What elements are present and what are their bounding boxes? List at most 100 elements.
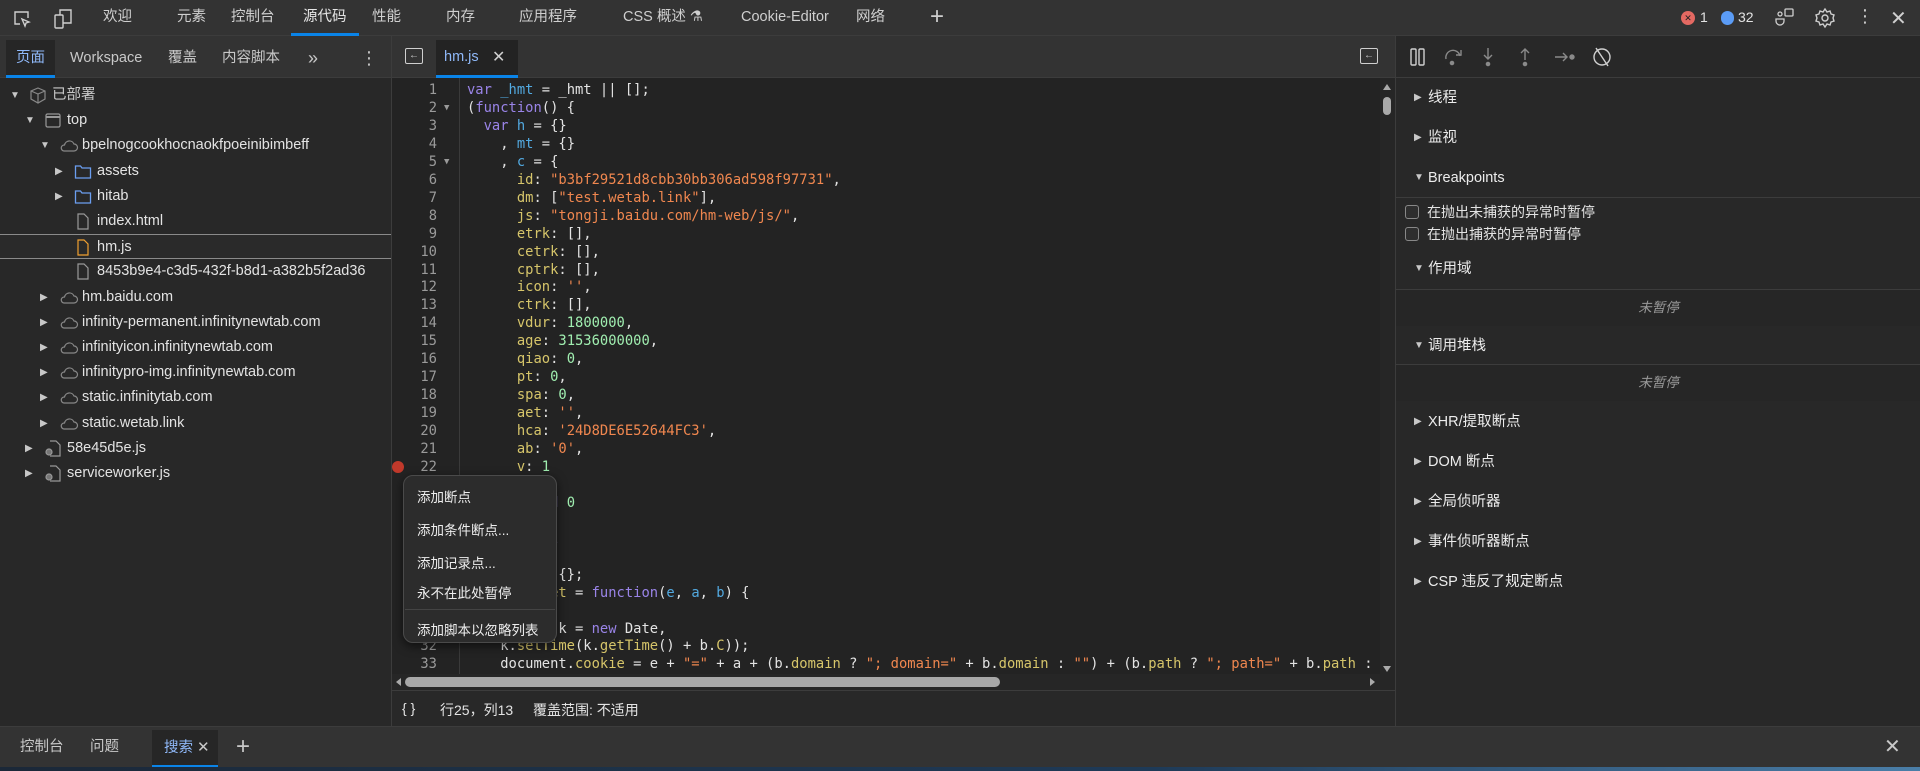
collapsed-triangle-icon[interactable]: ▶ [40, 335, 48, 360]
collapsed-triangle-icon[interactable]: ▶ [40, 310, 48, 335]
menu-item-add-breakpoint[interactable]: 添加断点 [417, 486, 471, 506]
line-number[interactable]: 17 [392, 368, 437, 386]
tab-content-scripts[interactable]: 内容脚本 [212, 40, 290, 78]
code-line[interactable]: 20 hca: '24D8DE6E52644FC3', [392, 422, 1380, 440]
feedback-icon[interactable] [1773, 7, 1795, 29]
tree-item[interactable]: hm.js [0, 234, 391, 260]
menu-item-add-logpoint[interactable]: 添加记录点... [417, 552, 496, 572]
navigator-menu-icon[interactable]: ⋮ [350, 40, 388, 78]
line-number[interactable]: 6 [392, 171, 437, 189]
menu-item-add-to-ignore-list[interactable]: 添加脚本以忽略列表 [417, 619, 539, 639]
code-line[interactable]: 21 ab: '0', [392, 440, 1380, 458]
add-drawer-tab-icon[interactable]: + [236, 727, 250, 768]
drawer-tab-search[interactable]: 搜索 ✕ [152, 730, 218, 768]
toggle-debugger-icon[interactable]: ← [1360, 48, 1378, 64]
message-count[interactable]: 32 [1738, 9, 1754, 25]
fold-arrow-icon[interactable]: ▼ [444, 153, 449, 171]
tree-item[interactable]: ▶ static.infinitytab.com [0, 385, 391, 410]
fold-arrow-icon[interactable]: ▼ [444, 99, 449, 117]
tab-application[interactable]: 应用程序 [519, 0, 577, 36]
tree-item[interactable]: ▶ hm.baidu.com [0, 285, 391, 310]
expanded-triangle-icon[interactable]: ▼ [25, 108, 35, 133]
tree-item[interactable]: ▶ infinitypro-img.infinitynewtab.com [0, 360, 391, 385]
checkbox[interactable] [1405, 227, 1419, 241]
step-out-icon[interactable] [1517, 47, 1533, 67]
code-line[interactable]: 18 spa: 0, [392, 386, 1380, 404]
file-tab-hm-js[interactable]: hm.js ✕ [436, 40, 518, 78]
tree-item[interactable]: ▶ serviceworker.js [0, 461, 391, 486]
tree-item[interactable]: ▶ assets [0, 159, 391, 184]
section-header[interactable]: ▶ 事件侦听器断点 [1396, 522, 1920, 562]
code-line[interactable]: 15 age: 31536000000, [392, 332, 1380, 350]
inspect-element-icon[interactable] [12, 9, 32, 29]
code-line[interactable]: 8 js: "tongji.baidu.com/hm-web/js/", [392, 207, 1380, 225]
tab-memory[interactable]: 内存 [446, 0, 475, 36]
line-number[interactable]: 2 [392, 99, 437, 117]
line-number[interactable]: 1 [392, 81, 437, 99]
code-line[interactable]: 14 vdur: 1800000, [392, 314, 1380, 332]
tab-elements[interactable]: 元素 [177, 0, 206, 36]
line-number[interactable]: 33 [392, 655, 437, 673]
line-number[interactable]: 16 [392, 350, 437, 368]
tab-overrides[interactable]: 覆盖 [158, 40, 207, 78]
tab-network[interactable]: 网络 [856, 0, 885, 36]
code-line[interactable]: 5 ▼ , c = { [392, 153, 1380, 171]
tree-item[interactable]: ▶ hitab [0, 184, 391, 209]
section-header[interactable]: ▶ CSP 违反了规定断点 [1396, 562, 1920, 602]
toggle-navigator-icon[interactable]: ← [405, 48, 423, 64]
section-header[interactable]: ▶ 线程 [1396, 78, 1920, 118]
checkbox[interactable] [1405, 205, 1419, 219]
add-tab-icon[interactable]: + [930, 0, 944, 36]
pause-icon[interactable] [1408, 47, 1428, 67]
line-number[interactable]: 19 [392, 404, 437, 422]
section-header[interactable]: ▼ 调用堆栈 [1396, 327, 1920, 365]
close-drawer-icon[interactable]: ✕ [1884, 727, 1901, 768]
step-icon[interactable] [1553, 47, 1577, 67]
settings-gear-icon[interactable] [1814, 7, 1836, 29]
code-line[interactable]: 3 var h = {} [392, 117, 1380, 135]
collapsed-triangle-icon[interactable]: ▶ [40, 411, 48, 436]
section-header[interactable]: ▼ Breakpoints [1396, 158, 1920, 198]
code-line[interactable]: 19 aet: '', [392, 404, 1380, 422]
device-toolbar-icon[interactable] [52, 8, 74, 30]
step-into-icon[interactable] [1480, 47, 1496, 67]
tree-item[interactable]: ▼ bpelnogcookhocnaokfpoeinibimbeff [0, 133, 391, 158]
line-number[interactable]: 21 [392, 440, 437, 458]
error-count[interactable]: 1 [1700, 9, 1708, 25]
pretty-print-button[interactable]: { } [402, 700, 415, 716]
drawer-tab-console[interactable]: 控制台 [20, 727, 64, 768]
close-tab-icon[interactable]: ✕ [197, 739, 210, 756]
close-devtools-icon[interactable]: ✕ [1890, 6, 1907, 31]
code-line[interactable]: 7 dm: ["test.wetab.link"], [392, 189, 1380, 207]
section-header[interactable]: ▶ 全局侦听器 [1396, 482, 1920, 522]
line-number[interactable]: 9 [392, 225, 437, 243]
more-options-icon[interactable]: ⋮ [1856, 6, 1874, 27]
code-line[interactable]: 12 icon: '', [392, 278, 1380, 296]
line-number[interactable]: 22 [392, 458, 437, 476]
tab-workspace[interactable]: Workspace [60, 40, 152, 78]
line-number[interactable]: 18 [392, 386, 437, 404]
menu-item-never-pause-here[interactable]: 永不在此处暂停 [417, 582, 512, 602]
collapsed-triangle-icon[interactable]: ▶ [40, 360, 48, 385]
tree-item[interactable]: 8453b9e4-c3d5-432f-b8d1-a382b5f2ad36 [0, 259, 391, 284]
expanded-triangle-icon[interactable]: ▼ [40, 133, 50, 158]
section-header[interactable]: ▶ XHR/提取断点 [1396, 402, 1920, 442]
tree-item[interactable]: ▶ infinityicon.infinitynewtab.com [0, 335, 391, 360]
section-header[interactable]: ▼ 作用域 [1396, 248, 1920, 290]
collapsed-triangle-icon[interactable]: ▶ [25, 461, 33, 486]
line-number[interactable]: 3 [392, 117, 437, 135]
tab-page[interactable]: 页面 [6, 40, 55, 78]
menu-item-add-conditional-breakpoint[interactable]: 添加条件断点... [417, 519, 509, 539]
section-header[interactable]: ▶ 监视 [1396, 118, 1920, 158]
line-number[interactable]: 10 [392, 243, 437, 261]
line-number[interactable]: 7 [392, 189, 437, 207]
tree-item[interactable]: ▶ 58e45d5e.js [0, 436, 391, 461]
collapsed-triangle-icon[interactable]: ▶ [25, 436, 33, 461]
line-number[interactable]: 5 [392, 153, 437, 171]
code-line[interactable]: 6 id: "b3bf29521d8cbb30bb306ad598f97731"… [392, 171, 1380, 189]
section-header[interactable]: ▶ DOM 断点 [1396, 442, 1920, 482]
code-line[interactable]: 11 cptrk: [], [392, 261, 1380, 279]
more-tabs-chevron-icon[interactable]: » [298, 40, 328, 78]
tree-item[interactable]: ▶ static.wetab.link [0, 411, 391, 436]
code-line[interactable]: 13 ctrk: [], [392, 296, 1380, 314]
